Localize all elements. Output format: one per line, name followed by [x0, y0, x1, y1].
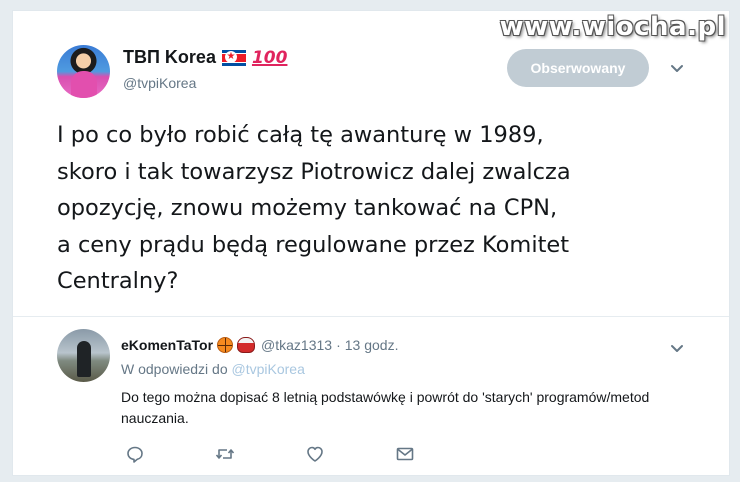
- direct-message-button[interactable]: [395, 443, 485, 465]
- reply-author-handle[interactable]: @tkaz1313: [261, 337, 332, 353]
- hundred-points-icon: 100: [251, 47, 288, 68]
- chevron-down-icon[interactable]: [669, 63, 685, 75]
- chevron-down-icon[interactable]: [669, 343, 685, 355]
- reply-tweet[interactable]: eKomenTaTor @tkaz1313 · 13 godz. W odpow…: [13, 317, 729, 475]
- following-button[interactable]: Obserwowany: [507, 49, 649, 87]
- in-reply-handle-link[interactable]: @tvpiKorea: [232, 361, 305, 377]
- retweet-button[interactable]: [215, 443, 305, 465]
- envelope-icon: [396, 447, 414, 461]
- reply-timestamp[interactable]: 13 godz.: [345, 337, 399, 353]
- reply-icon: [127, 446, 143, 463]
- reply-author-display-name[interactable]: eKomenTaTor: [121, 337, 213, 353]
- in-reply-prefix: W odpowiedzi do: [121, 361, 228, 377]
- basketball-icon: [217, 337, 234, 353]
- author-display-name[interactable]: ТВП Korea: [123, 47, 216, 68]
- reply-text: Do tego można dopisać 8 letnią podstawów…: [121, 389, 650, 426]
- main-tweet: ТВП Korea 100 @tvpiKorea Obserwowany I p…: [13, 11, 729, 316]
- author-name-row: ТВП Korea 100: [123, 47, 287, 68]
- retweet-icon: [215, 449, 235, 459]
- north-korea-flag-icon: [221, 49, 246, 66]
- watermark: www.wiocha.pl: [499, 12, 726, 42]
- drum-icon: [237, 337, 256, 353]
- reply-header: eKomenTaTor @tkaz1313 · 13 godz.: [121, 337, 398, 353]
- in-reply-to: W odpowiedzi do @tvpiKorea: [121, 361, 305, 377]
- tweet-text: I po co było robić całą tę awanturę w 19…: [57, 122, 571, 294]
- separator-dot: ·: [336, 337, 341, 353]
- reply-button[interactable]: [125, 443, 215, 465]
- avatar[interactable]: [57, 329, 110, 382]
- tweet-card: ТВП Korea 100 @tvpiKorea Obserwowany I p…: [12, 10, 730, 476]
- action-bar: [125, 443, 485, 465]
- author-handle[interactable]: @tvpiKorea: [123, 75, 196, 91]
- like-button[interactable]: [305, 443, 395, 465]
- avatar[interactable]: [57, 45, 110, 98]
- heart-icon: [307, 446, 323, 462]
